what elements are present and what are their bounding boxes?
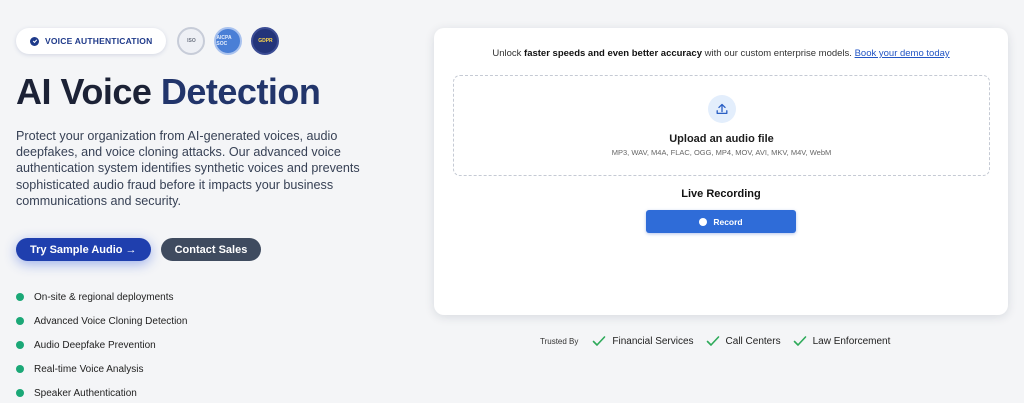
upload-title: Upload an audio file bbox=[669, 133, 774, 145]
list-item: Advanced Voice Cloning Detection bbox=[16, 309, 416, 333]
trusted-by-label: Trusted By bbox=[540, 336, 579, 346]
live-recording-title: Live Recording bbox=[681, 188, 761, 200]
check-circle-icon bbox=[30, 36, 39, 46]
try-sample-audio-button[interactable]: Try Sample Audio → bbox=[16, 238, 151, 262]
bullet-dot-icon bbox=[16, 317, 24, 326]
feature-list: On-site & regional deployments Advanced … bbox=[16, 285, 416, 403]
list-item: Real-time Voice Analysis bbox=[16, 357, 416, 381]
upload-dropzone[interactable]: Upload an audio file MP3, WAV, M4A, FLAC… bbox=[453, 75, 990, 176]
trusted-item: Call Centers bbox=[706, 335, 781, 347]
bullet-dot-icon bbox=[16, 341, 24, 350]
enterprise-promo: Unlock faster speeds and even better acc… bbox=[492, 48, 950, 59]
supported-formats: MP3, WAV, M4A, FLAC, OGG, MP4, MOV, AVI,… bbox=[611, 148, 832, 157]
trusted-item: Law Enforcement bbox=[793, 335, 890, 347]
trusted-item: Financial Services bbox=[592, 335, 694, 347]
record-label: Record bbox=[713, 216, 743, 227]
page-title-part2: Detection bbox=[160, 71, 321, 112]
hero-description: Protect your organization from AI-genera… bbox=[16, 129, 360, 208]
iso-certification-badge: ISO bbox=[177, 27, 206, 55]
book-demo-link[interactable]: Book your demo today bbox=[855, 48, 950, 59]
checkmark-icon bbox=[593, 336, 606, 346]
record-button[interactable]: Record bbox=[646, 210, 796, 233]
bullet-dot-icon bbox=[16, 293, 24, 302]
cta-buttons: Try Sample Audio → Contact Sales bbox=[16, 238, 416, 262]
hero-section: VOICE AUTHENTICATION ISO AICPA SOC GDPR … bbox=[16, 26, 416, 403]
list-item: On-site & regional deployments bbox=[16, 285, 416, 309]
trusted-by-bar: Trusted By Financial Services Call Cente… bbox=[540, 335, 902, 347]
soc-certification-badge: AICPA SOC bbox=[214, 27, 243, 55]
list-item: Speaker Authentication bbox=[16, 381, 416, 403]
checkmark-icon bbox=[706, 336, 719, 346]
badge-row: VOICE AUTHENTICATION ISO AICPA SOC GDPR bbox=[16, 26, 416, 56]
page-title: AI Voice Detection bbox=[16, 70, 416, 114]
bullet-dot-icon bbox=[16, 365, 24, 374]
record-dot-icon bbox=[699, 217, 708, 226]
badge-label: VOICE AUTHENTICATION bbox=[45, 36, 153, 46]
page-title-part1: AI Voice bbox=[16, 71, 161, 112]
checkmark-icon bbox=[793, 336, 806, 346]
upload-icon bbox=[707, 95, 736, 123]
audio-upload-card: Unlock faster speeds and even better acc… bbox=[434, 28, 1008, 315]
bullet-dot-icon bbox=[16, 389, 24, 398]
gdpr-certification-badge: GDPR bbox=[251, 27, 280, 55]
voice-authentication-badge: VOICE AUTHENTICATION bbox=[16, 28, 167, 54]
contact-sales-button[interactable]: Contact Sales bbox=[160, 238, 262, 262]
list-item: Audio Deepfake Prevention bbox=[16, 333, 416, 357]
